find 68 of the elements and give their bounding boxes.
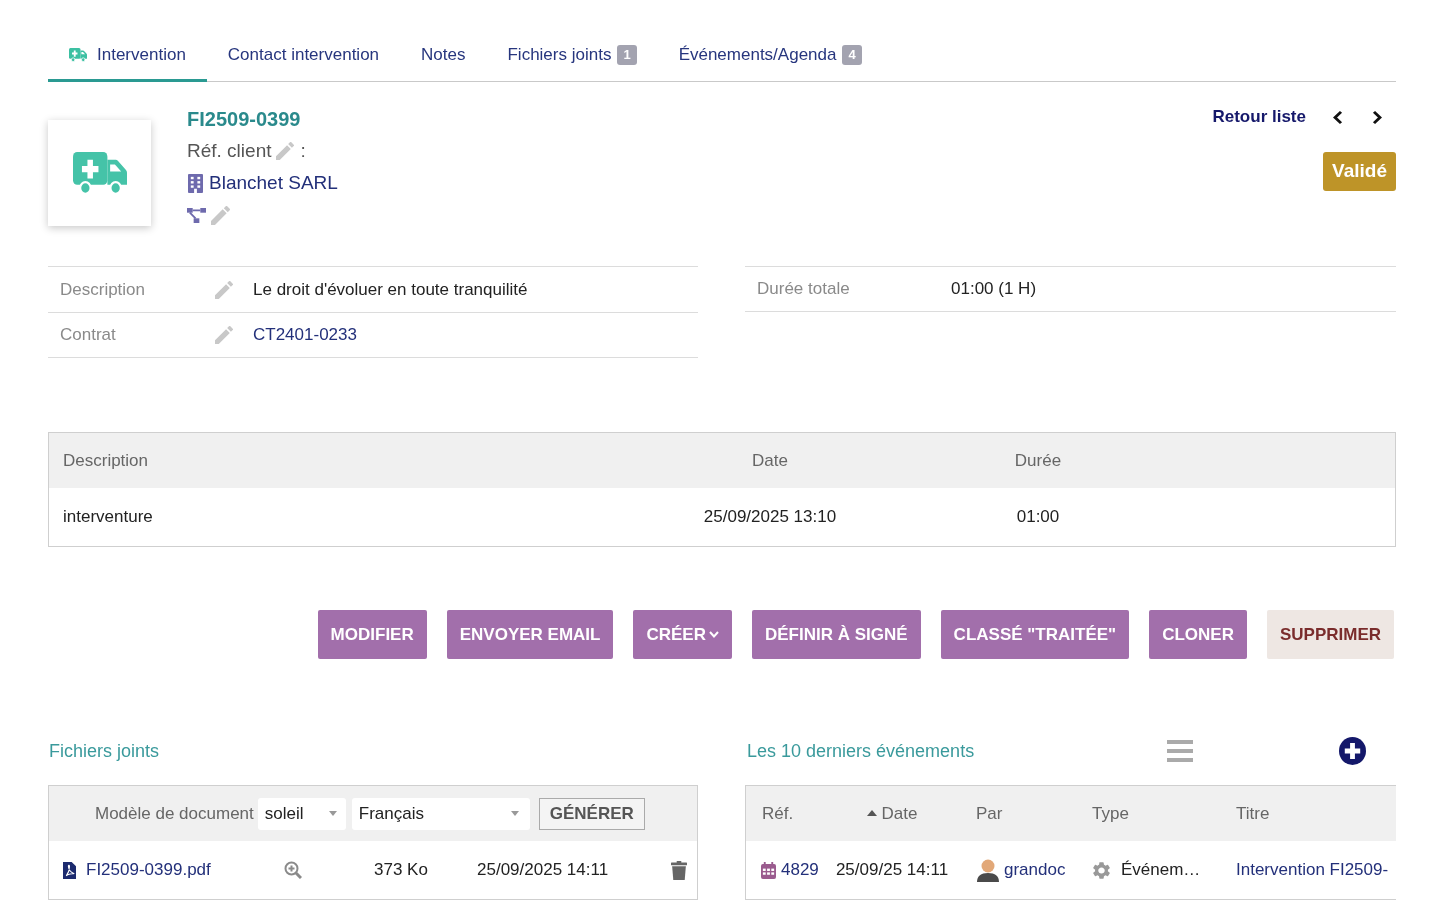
event-link[interactable]: 4829: [781, 857, 819, 883]
event-date: 25/09/25 14:11: [835, 860, 949, 880]
event-type: Événem…: [1121, 859, 1201, 882]
column-header[interactable]: Titre: [1236, 803, 1270, 823]
tab[interactable]: Fichiers joints 1: [486, 30, 658, 82]
field-label: Contrat: [60, 325, 116, 345]
table-cell: 01:00: [1016, 507, 1060, 527]
count-badge: 4: [842, 44, 862, 65]
column-header: Durée: [1014, 450, 1062, 470]
column-header[interactable]: Date: [881, 803, 918, 823]
ambulance-icon: [69, 47, 87, 62]
sitemap-icon[interactable]: [187, 207, 206, 223]
field-label: Modèle de document: [95, 802, 254, 825]
file-link[interactable]: FI2509-0399.pdf: [86, 857, 211, 883]
status-badge: Validé: [1323, 152, 1396, 191]
building-icon: [188, 173, 203, 193]
caret-icon: [709, 631, 719, 638]
chevron-left-icon[interactable]: [1333, 109, 1343, 125]
tab[interactable]: Contact intervention: [206, 30, 401, 82]
trash-icon[interactable]: [671, 860, 687, 880]
file-size: 373 Ko: [374, 860, 428, 880]
user-link[interactable]: grandoc: [1004, 857, 1066, 883]
calendar-icon: [761, 861, 776, 879]
action-button[interactable]: CLASSÉ "TRAITÉE": [940, 610, 1130, 659]
action-button[interactable]: SUPPRIMER: [1266, 610, 1394, 659]
action-button[interactable]: ENVOYER EMAIL: [446, 610, 614, 659]
column-header: Description: [63, 450, 149, 470]
tab[interactable]: Intervention: [48, 30, 207, 82]
event-title-link[interactable]: Intervention FI2509-: [1236, 860, 1389, 880]
field-label: Réf. client: [187, 138, 272, 163]
caret-icon: [328, 811, 337, 816]
action-button[interactable]: DÉFINIR À SIGNÉ: [752, 610, 921, 659]
back-to-list-link[interactable]: Retour liste: [1212, 104, 1306, 130]
action-button[interactable]: CLONER: [1149, 610, 1247, 659]
user-avatar-icon: [977, 858, 999, 882]
section-title: Les 10 derniers événements: [747, 740, 975, 761]
field-label: Durée totale: [757, 279, 850, 299]
table-cell: interventure: [63, 507, 153, 527]
zoom-in-icon[interactable]: [284, 861, 302, 879]
pdf-file-icon: [63, 861, 76, 879]
field-value: Le droit d'évoluer en toute tranquilité: [253, 278, 528, 301]
intervention-ref: FI2509-0399: [187, 107, 301, 132]
column-header[interactable]: Par: [976, 803, 1003, 823]
add-icon[interactable]: [1339, 737, 1366, 765]
table-cell: 25/09/2025 13:10: [703, 507, 837, 527]
generate-button[interactable]: GÉNÉRER: [538, 797, 645, 830]
action-button[interactable]: MODIFIER: [317, 610, 427, 659]
field-label: Description: [60, 279, 146, 299]
field-value: 01:00 (1 H): [951, 278, 1037, 301]
tab[interactable]: Notes: [400, 30, 487, 82]
ambulance-icon: [48, 120, 151, 226]
count-badge: 1: [617, 44, 637, 65]
action-button[interactable]: CRÉER: [633, 610, 732, 659]
tab[interactable]: Événements/Agenda 4: [657, 30, 883, 82]
language-select[interactable]: Français: [351, 797, 530, 830]
separator-text: :: [300, 138, 306, 163]
caret-icon: [510, 811, 519, 816]
sort-up-icon[interactable]: [866, 810, 877, 816]
column-header: Date: [752, 450, 788, 470]
file-date: 25/09/2025 14:11: [477, 860, 609, 880]
contract-link[interactable]: CT2401-0233: [253, 322, 357, 348]
company-link[interactable]: Blanchet SARL: [209, 168, 338, 198]
column-header[interactable]: Type: [1092, 803, 1129, 823]
section-title: Fichiers joints: [49, 739, 160, 763]
chevron-right-icon[interactable]: [1372, 109, 1382, 125]
template-select[interactable]: soleil: [257, 797, 346, 830]
gear-icon: [1093, 861, 1110, 879]
column-header[interactable]: Réf.: [762, 803, 794, 823]
